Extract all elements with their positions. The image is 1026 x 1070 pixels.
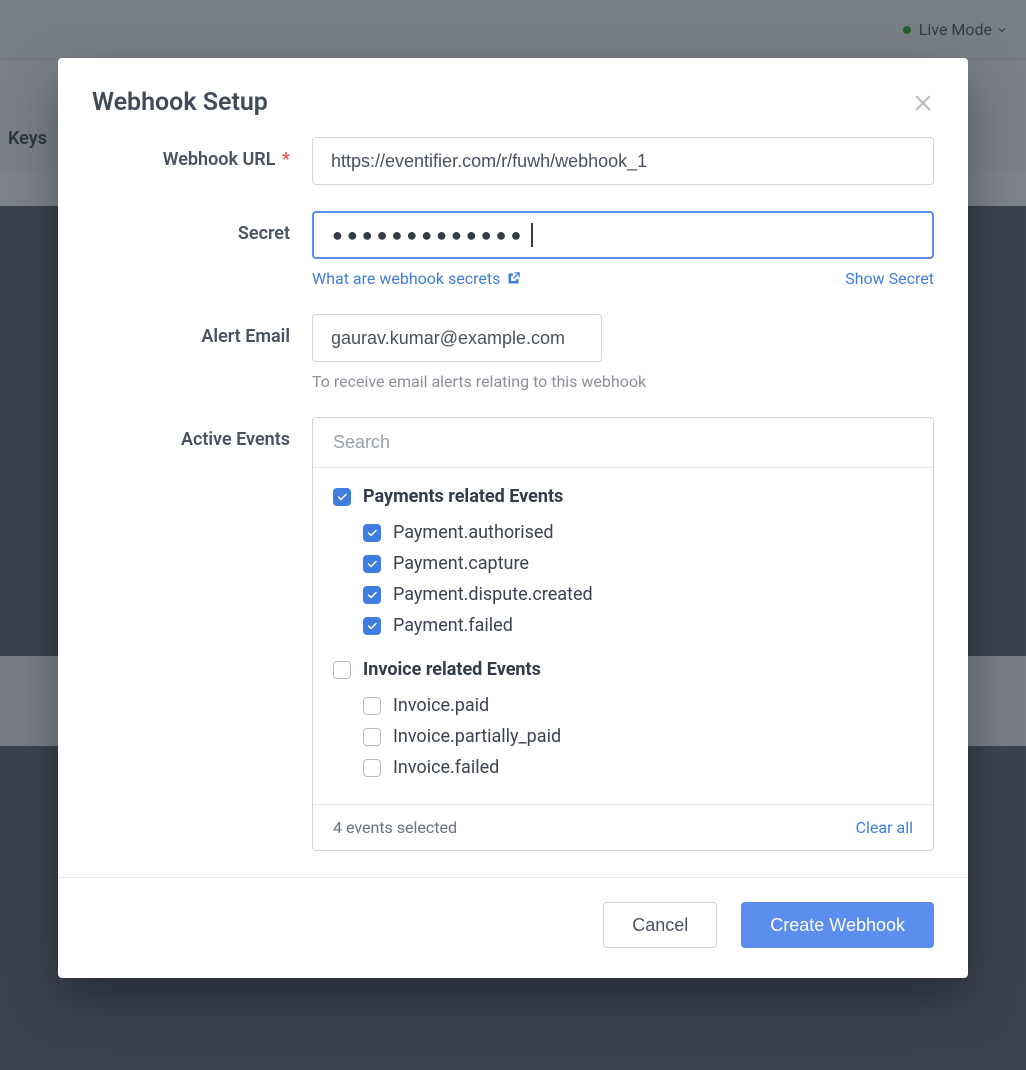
what-are-secrets-link[interactable]: What are webhook secrets [312, 269, 521, 288]
event-item: Invoice.partially_paid [313, 721, 933, 752]
event-item-checkbox[interactable] [363, 586, 381, 604]
events-footer: 4 events selected Clear all [313, 804, 933, 850]
row-webhook-url: Webhook URL * [92, 137, 934, 185]
event-item-checkbox[interactable] [363, 555, 381, 573]
event-item: Invoice.paid [313, 690, 933, 721]
event-item: Payment.failed [313, 610, 933, 641]
event-item-label: Payment.dispute.created [393, 584, 593, 605]
event-item: Payment.dispute.created [313, 579, 933, 610]
event-group-title: Invoice related Events [363, 659, 541, 680]
modal-footer: Cancel Create Webhook [58, 877, 968, 978]
event-item-label: Payment.failed [393, 615, 513, 636]
event-item: Invoice.failed [313, 752, 933, 783]
event-item-checkbox[interactable] [363, 524, 381, 542]
close-button[interactable] [912, 92, 934, 114]
event-group-checkbox[interactable] [333, 661, 351, 679]
event-item-label: Invoice.partially_paid [393, 726, 561, 747]
close-icon [912, 92, 934, 114]
event-item-checkbox[interactable] [363, 759, 381, 777]
webhook-url-input[interactable] [312, 137, 934, 185]
modal-body: Webhook URL * Secret ●●●●●●●●●●●●● What … [58, 135, 968, 877]
event-group-header: Invoice related Events [313, 655, 933, 690]
label-alert-email: Alert Email [92, 314, 312, 347]
label-webhook-url: Webhook URL * [92, 137, 312, 170]
event-group-title: Payments related Events [363, 486, 563, 507]
event-item-checkbox[interactable] [363, 697, 381, 715]
event-item-label: Payment.authorised [393, 522, 554, 543]
event-group-checkbox[interactable] [333, 488, 351, 506]
show-secret-link[interactable]: Show Secret [845, 269, 934, 288]
row-active-events: Active Events Payments related EventsPay… [92, 417, 934, 851]
secret-masked-value: ●●●●●●●●●●●●● [332, 225, 525, 246]
row-alert-email: Alert Email To receive email alerts rela… [92, 314, 934, 391]
external-link-icon [506, 271, 521, 286]
events-list: Payments related Events Payment.authorise… [313, 468, 933, 804]
events-search-input[interactable] [313, 418, 933, 468]
cancel-button[interactable]: Cancel [603, 902, 717, 948]
event-group-header: Payments related Events [313, 482, 933, 517]
event-item-checkbox[interactable] [363, 728, 381, 746]
alert-email-input[interactable] [312, 314, 602, 362]
secret-input[interactable]: ●●●●●●●●●●●●● [312, 211, 934, 259]
required-asterisk: * [277, 149, 290, 170]
modal-title: Webhook Setup [92, 88, 268, 117]
events-box: Payments related Events Payment.authorise… [312, 417, 934, 851]
label-active-events: Active Events [92, 417, 312, 450]
clear-all-link[interactable]: Clear all [856, 818, 913, 837]
event-group: Payments related Events Payment.authorise… [313, 482, 933, 655]
event-item: Payment.authorised [313, 517, 933, 548]
row-secret: Secret ●●●●●●●●●●●●● What are webhook se… [92, 211, 934, 288]
text-caret-icon [531, 223, 533, 247]
webhook-setup-modal: Webhook Setup Webhook URL * Secret ●●●●●… [58, 58, 968, 978]
events-selected-count: 4 events selected [333, 818, 457, 837]
event-item-checkbox[interactable] [363, 617, 381, 635]
event-item-label: Payment.capture [393, 553, 529, 574]
event-item-label: Invoice.failed [393, 757, 499, 778]
alert-email-help: To receive email alerts relating to this… [312, 372, 934, 391]
event-item-label: Invoice.paid [393, 695, 489, 716]
modal-header: Webhook Setup [58, 58, 968, 135]
event-item: Payment.capture [313, 548, 933, 579]
label-secret: Secret [92, 211, 312, 244]
event-group: Invoice related Events Invoice.paid Invoic… [313, 655, 933, 797]
create-webhook-button[interactable]: Create Webhook [741, 902, 934, 948]
